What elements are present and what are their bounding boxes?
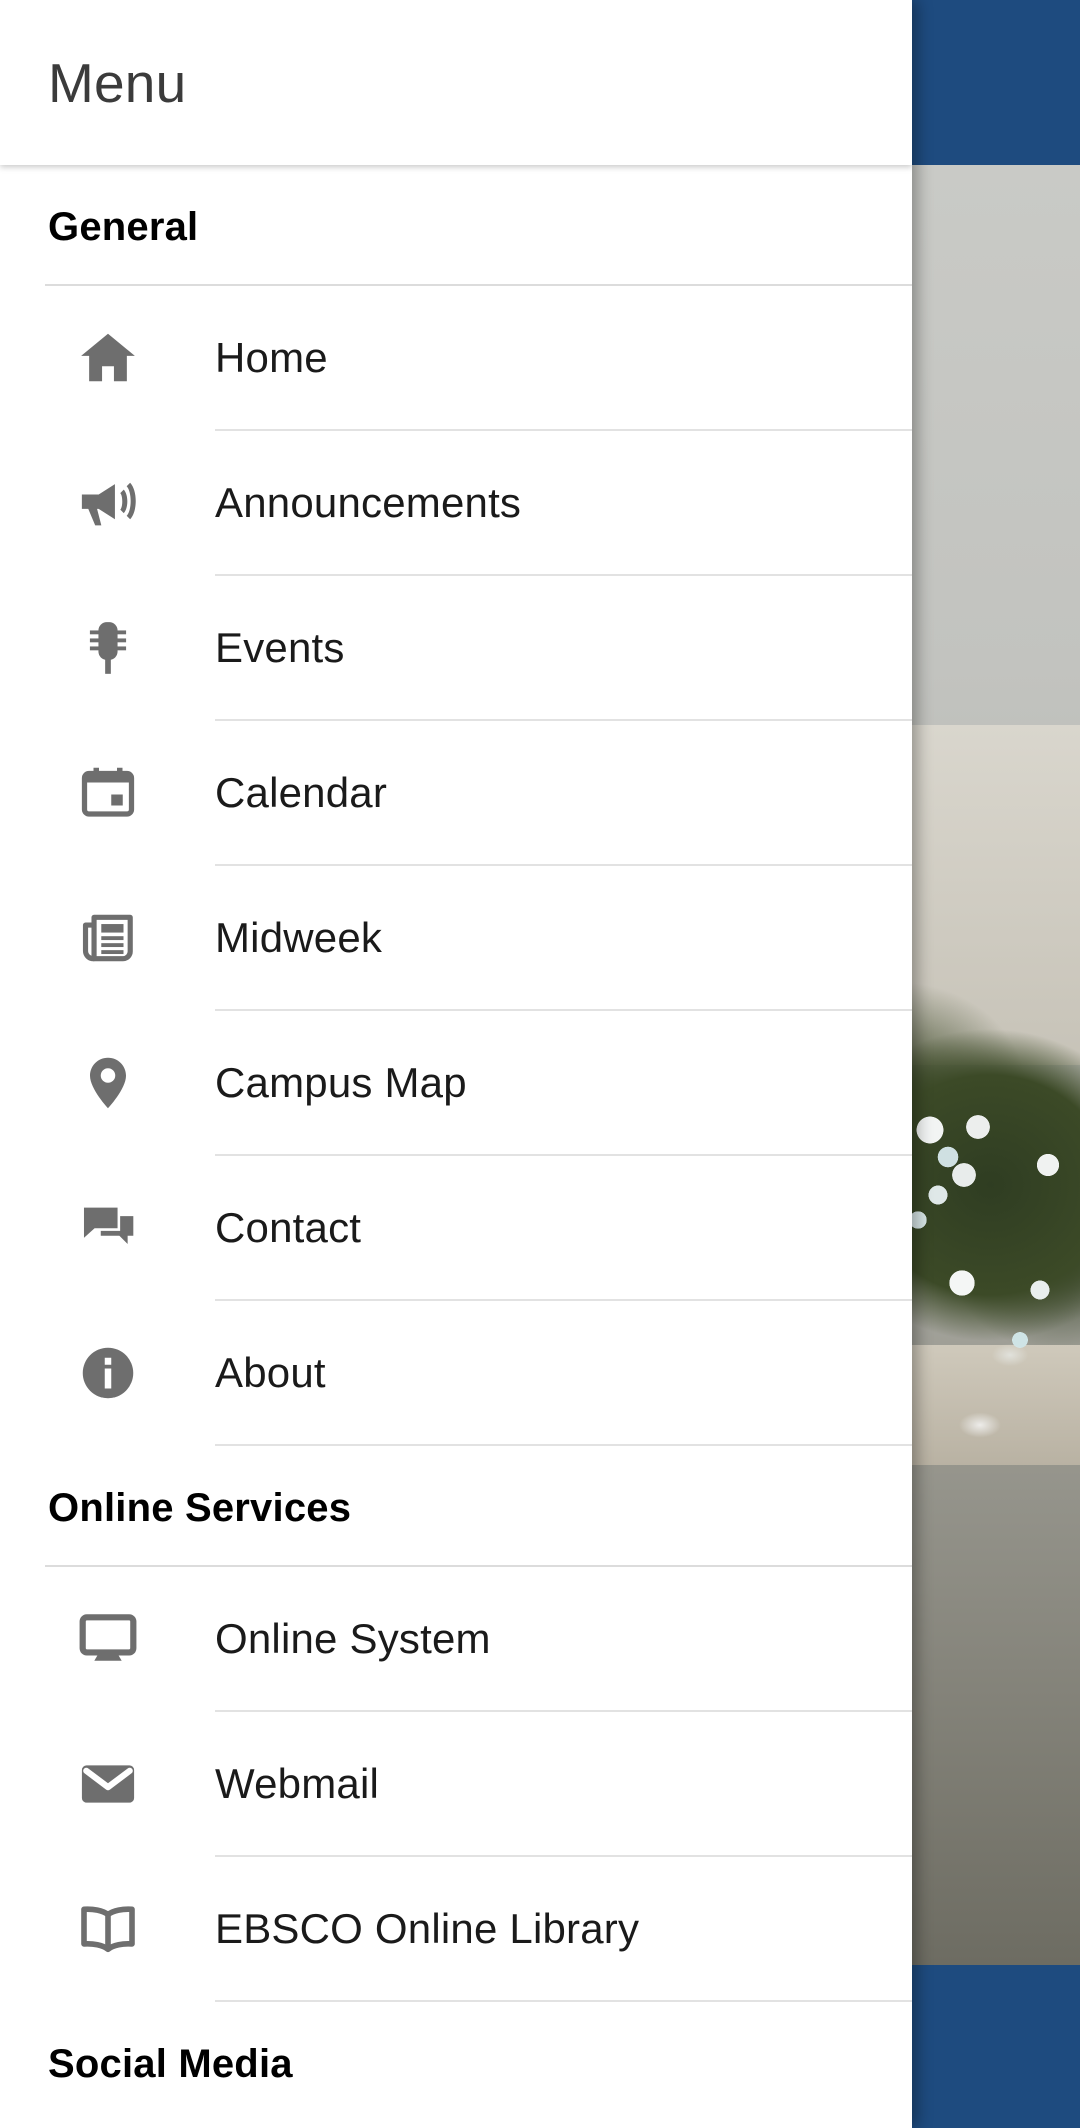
navigation-drawer: Menu General Home Announcements Events C… [0, 0, 912, 2128]
menu-item-midweek[interactable]: Midweek [0, 866, 912, 1009]
menu-item-label: Announcements [215, 478, 522, 526]
menu-item-label: Contact [215, 1203, 362, 1251]
envelope-icon [0, 1712, 215, 1855]
menu-item-about[interactable]: About [0, 1301, 912, 1444]
menu-item-events[interactable]: Events [0, 576, 912, 719]
open-book-icon [0, 1857, 215, 2000]
home-icon [0, 286, 215, 429]
drawer-title: Menu [48, 51, 187, 114]
drawer-menu-list[interactable]: General Home Announcements Events Calend… [0, 165, 912, 2121]
section-header-general: General [48, 205, 199, 249]
menu-item-label: Events [215, 623, 345, 671]
chat-bubbles-icon [0, 1156, 215, 1299]
menu-item-ebsco-online-library[interactable]: EBSCO Online Library [0, 1857, 912, 2000]
drawer-header: Menu [0, 0, 912, 165]
app-screen: Menu General Home Announcements Events C… [0, 0, 1080, 2128]
menu-item-label: About [215, 1348, 326, 1396]
menu-item-announcements[interactable]: Announcements [0, 431, 912, 574]
menu-item-label: Calendar [215, 768, 388, 816]
menu-item-label: EBSCO Online Library [215, 1904, 640, 1952]
newspaper-icon [0, 866, 215, 1009]
microphone-icon [0, 576, 215, 719]
menu-item-contact[interactable]: Contact [0, 1156, 912, 1299]
info-circle-icon [0, 1301, 215, 1444]
menu-item-webmail[interactable]: Webmail [0, 1712, 912, 1855]
menu-item-campus-map[interactable]: Campus Map [0, 1011, 912, 1154]
menu-item-label: Midweek [215, 913, 383, 961]
menu-item-calendar[interactable]: Calendar [0, 721, 912, 864]
bullhorn-icon [0, 431, 215, 574]
desktop-monitor-icon [0, 1567, 215, 1710]
menu-item-label: Webmail [215, 1759, 380, 1807]
menu-item-label: Campus Map [215, 1058, 467, 1106]
menu-item-online-system[interactable]: Online System [0, 1567, 912, 1710]
section-header-social-media: Social Media [48, 2042, 293, 2086]
menu-item-label: Online System [215, 1614, 491, 1662]
menu-item-label: Home [215, 333, 328, 381]
section-header-online-services: Online Services [48, 1486, 352, 1530]
map-pin-icon [0, 1011, 215, 1154]
calendar-icon [0, 721, 215, 864]
menu-item-home[interactable]: Home [0, 286, 912, 429]
